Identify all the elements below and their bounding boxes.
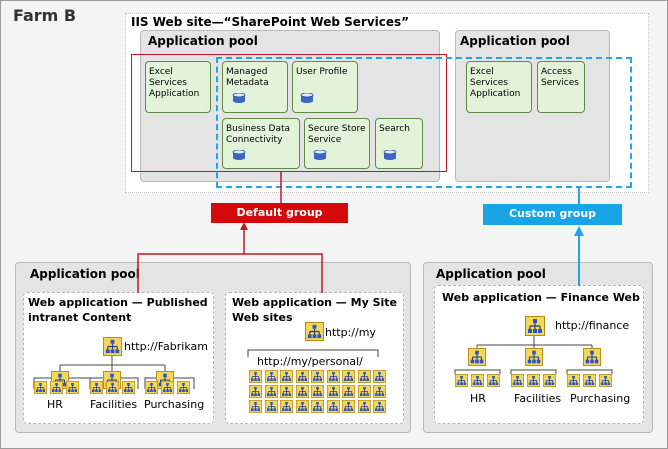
subsite-icon[interactable] <box>161 381 174 394</box>
personal-site-icon[interactable] <box>249 370 262 383</box>
subsite-icon[interactable] <box>145 381 158 394</box>
subsite-icon[interactable] <box>527 374 540 387</box>
personal-site-icon[interactable] <box>249 400 262 413</box>
personal-site-icon[interactable] <box>326 400 340 413</box>
personal-site-icon[interactable] <box>342 385 355 398</box>
subsite-icon[interactable] <box>66 381 79 394</box>
personal-site-icon[interactable] <box>342 370 355 383</box>
personal-site-icon[interactable] <box>280 370 293 383</box>
personal-site-icon[interactable] <box>295 370 309 383</box>
subsite-icon[interactable] <box>583 374 596 387</box>
subsite-icon[interactable] <box>471 374 484 387</box>
subsite-icon[interactable] <box>106 381 119 394</box>
personal-site-icon[interactable] <box>249 385 262 398</box>
personal-site-icon[interactable] <box>357 370 371 383</box>
personal-site-icon[interactable] <box>373 370 386 383</box>
personal-site-icon[interactable] <box>295 400 309 413</box>
default-group-label[interactable]: Default group <box>211 203 348 223</box>
personal-site-icon[interactable] <box>311 370 324 383</box>
site-root-fabrikam-icon[interactable] <box>103 337 122 356</box>
personal-site-icon[interactable] <box>326 385 340 398</box>
subsite-icon[interactable] <box>567 374 580 387</box>
site-root-my-icon[interactable] <box>305 322 324 341</box>
subsite-icon[interactable] <box>487 374 500 387</box>
personal-site-icon[interactable] <box>280 385 293 398</box>
personal-site-icon[interactable] <box>357 400 371 413</box>
url-my[interactable]: http://my <box>325 326 376 339</box>
subsite-icon[interactable] <box>122 381 135 394</box>
url-fabrikam[interactable]: http://Fabrikam <box>124 340 208 353</box>
url-finance[interactable]: http://finance <box>555 319 629 332</box>
custom-group-label[interactable]: Custom group <box>483 204 622 225</box>
site-label-hr: HR <box>47 398 63 411</box>
personal-site-icon[interactable] <box>373 400 386 413</box>
personal-site-icon[interactable] <box>280 400 293 413</box>
personal-site-icon[interactable] <box>326 370 340 383</box>
site-hierarchy-icon[interactable] <box>525 348 543 366</box>
personal-site-icon[interactable] <box>264 400 278 413</box>
subsite-icon[interactable] <box>90 381 103 394</box>
finance-site-label-hr: HR <box>470 392 486 405</box>
personal-site-icon[interactable] <box>311 400 324 413</box>
site-label-purchasing: Purchasing <box>144 398 205 411</box>
site-hierarchy-icon[interactable] <box>468 348 486 366</box>
personal-site-icon[interactable] <box>373 385 386 398</box>
personal-site-icon[interactable] <box>357 385 371 398</box>
subsite-icon[interactable] <box>34 381 47 394</box>
url-my-personal[interactable]: http://my/personal/ <box>257 355 363 368</box>
site-label-facilities: Facilities <box>90 398 138 411</box>
finance-site-label-facilities: Facilities <box>514 392 562 405</box>
subsite-icon[interactable] <box>50 381 63 394</box>
personal-site-icon[interactable] <box>264 370 278 383</box>
finance-site-label-purchasing: Purchasing <box>570 392 631 405</box>
subsite-icon[interactable] <box>599 374 612 387</box>
subsite-icon[interactable] <box>455 374 468 387</box>
personal-site-icon[interactable] <box>311 385 324 398</box>
personal-site-icon[interactable] <box>264 385 278 398</box>
subsite-icon[interactable] <box>543 374 556 387</box>
subsite-icon[interactable] <box>177 381 190 394</box>
personal-site-icon[interactable] <box>342 400 355 413</box>
subsite-icon[interactable] <box>511 374 524 387</box>
site-root-finance-icon[interactable] <box>525 316 545 336</box>
personal-site-icon[interactable] <box>295 385 309 398</box>
site-hierarchy-icon[interactable] <box>583 348 601 366</box>
